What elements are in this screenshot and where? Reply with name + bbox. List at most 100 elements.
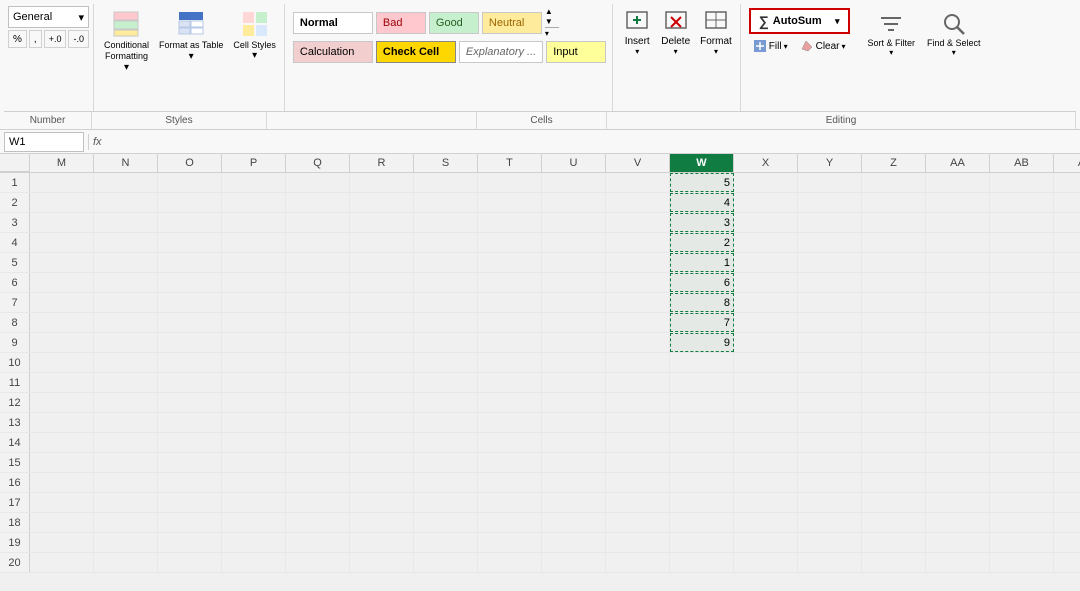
increase-decimal-button[interactable]: +.0 [44, 30, 67, 48]
grid-cell[interactable] [606, 453, 670, 472]
grid-cell[interactable] [222, 253, 286, 272]
grid-cell[interactable] [222, 213, 286, 232]
grid-cell[interactable] [542, 553, 606, 572]
grid-cell[interactable] [94, 513, 158, 532]
grid-cell[interactable] [606, 333, 670, 352]
grid-cell[interactable] [542, 313, 606, 332]
sort-filter-button[interactable]: Sort & Filter ▾ [864, 8, 920, 59]
grid-cell[interactable] [94, 273, 158, 292]
grid-cell[interactable] [286, 413, 350, 432]
grid-cell[interactable] [798, 533, 862, 552]
grid-cell[interactable] [222, 193, 286, 212]
grid-cell[interactable] [990, 333, 1054, 352]
grid-cell[interactable] [798, 493, 862, 512]
grid-cell[interactable] [350, 173, 414, 192]
grid-cell[interactable] [158, 253, 222, 272]
grid-cell[interactable] [990, 473, 1054, 492]
grid-cell[interactable] [542, 333, 606, 352]
grid-cell[interactable] [798, 393, 862, 412]
grid-cell[interactable] [990, 453, 1054, 472]
grid-cell[interactable] [990, 553, 1054, 572]
grid-cell[interactable] [30, 533, 94, 552]
grid-cell[interactable] [606, 193, 670, 212]
grid-cell[interactable] [926, 173, 990, 192]
grid-cell[interactable] [158, 413, 222, 432]
grid-cell[interactable] [350, 273, 414, 292]
grid-cell[interactable]: 5 [670, 173, 734, 192]
neutral-style-button[interactable]: Neutral [482, 12, 542, 34]
grid-cell[interactable] [926, 253, 990, 272]
grid-cell[interactable] [222, 393, 286, 412]
grid-cell[interactable] [734, 193, 798, 212]
grid-cell[interactable] [222, 533, 286, 552]
grid-cell[interactable] [478, 553, 542, 572]
grid-cell[interactable] [286, 213, 350, 232]
grid-cell[interactable] [926, 233, 990, 252]
grid-cell[interactable] [606, 273, 670, 292]
grid-cell[interactable] [926, 493, 990, 512]
grid-cell[interactable] [734, 513, 798, 532]
grid-cell[interactable] [350, 493, 414, 512]
grid-cell[interactable] [926, 433, 990, 452]
grid-cell[interactable] [990, 273, 1054, 292]
grid-cell[interactable] [798, 173, 862, 192]
grid-cell[interactable] [350, 433, 414, 452]
grid-cell[interactable] [862, 413, 926, 432]
grid-cell[interactable] [30, 473, 94, 492]
grid-cell[interactable] [158, 453, 222, 472]
grid-cell[interactable] [414, 433, 478, 452]
comma-button[interactable]: , [29, 30, 42, 48]
grid-cell[interactable] [862, 393, 926, 412]
grid-cell[interactable] [798, 273, 862, 292]
grid-cell[interactable] [350, 373, 414, 392]
grid-cell[interactable] [990, 173, 1054, 192]
grid-cell[interactable] [30, 353, 94, 372]
grid-cell[interactable] [542, 393, 606, 412]
grid-cell[interactable] [158, 173, 222, 192]
grid-cell[interactable] [542, 373, 606, 392]
grid-cell[interactable] [990, 513, 1054, 532]
grid-cell[interactable]: 7 [670, 313, 734, 332]
grid-cell[interactable] [990, 233, 1054, 252]
grid-cell[interactable] [798, 333, 862, 352]
grid-cell[interactable] [414, 533, 478, 552]
grid-cell[interactable] [94, 333, 158, 352]
grid-cell[interactable] [862, 333, 926, 352]
autosum-button[interactable]: ∑ AutoSum ▾ [749, 8, 850, 34]
name-box[interactable] [4, 132, 84, 152]
grid-cell[interactable] [286, 253, 350, 272]
grid-cell[interactable] [414, 233, 478, 252]
format-as-table-button[interactable]: Format as Table ▾ [155, 6, 227, 75]
grid-cell[interactable] [158, 193, 222, 212]
grid-cell[interactable] [414, 313, 478, 332]
grid-cell[interactable] [798, 253, 862, 272]
grid-cell[interactable] [798, 553, 862, 572]
grid-cell[interactable] [158, 213, 222, 232]
grid-cell[interactable] [1054, 433, 1080, 452]
grid-cell[interactable] [862, 193, 926, 212]
grid-cell[interactable] [798, 353, 862, 372]
grid-cell[interactable] [30, 253, 94, 272]
grid-cell[interactable] [734, 333, 798, 352]
grid-cell[interactable] [414, 273, 478, 292]
grid-cell[interactable] [670, 373, 734, 392]
grid-cell[interactable] [94, 313, 158, 332]
grid-cell[interactable] [670, 393, 734, 412]
grid-cell[interactable] [734, 453, 798, 472]
grid-cell[interactable] [734, 253, 798, 272]
grid-cell[interactable] [1054, 533, 1080, 552]
grid-cell[interactable] [30, 373, 94, 392]
grid-cell[interactable]: 4 [670, 193, 734, 212]
grid-cell[interactable] [798, 213, 862, 232]
grid-cell[interactable] [286, 193, 350, 212]
grid-cell[interactable] [94, 553, 158, 572]
grid-cell[interactable] [350, 413, 414, 432]
grid-cell[interactable] [414, 193, 478, 212]
grid-cell[interactable] [94, 533, 158, 552]
grid-cell[interactable] [1054, 273, 1080, 292]
grid-cell[interactable] [1054, 393, 1080, 412]
fill-button[interactable]: Fill ▾ [749, 38, 792, 54]
grid-cell[interactable] [606, 553, 670, 572]
grid-cell[interactable] [670, 513, 734, 532]
grid-cell[interactable] [606, 313, 670, 332]
